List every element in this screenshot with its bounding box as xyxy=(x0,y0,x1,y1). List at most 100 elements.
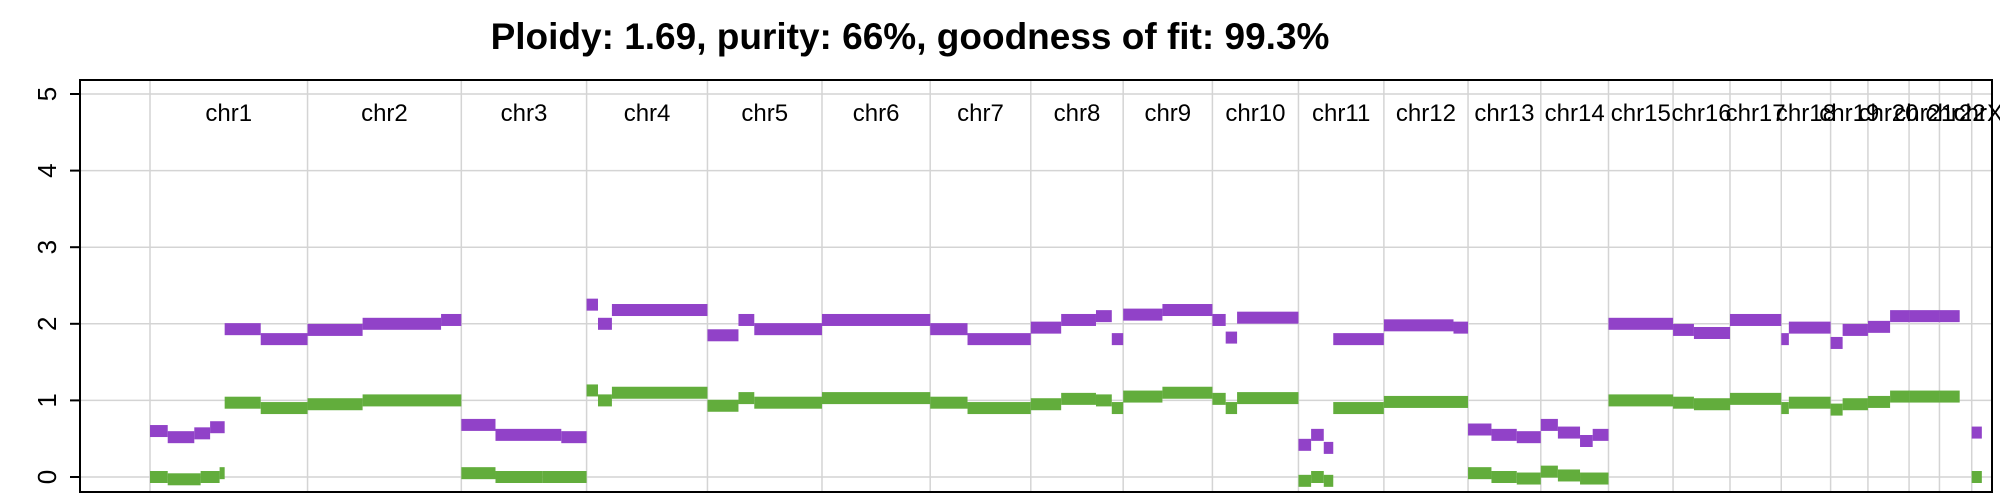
segment-total xyxy=(586,298,598,311)
segment-minor xyxy=(1580,472,1609,485)
segment-total xyxy=(1693,326,1730,339)
plot-area: chr1 chr2 chr3 chr4 chr5 chr6 chr7 chr8 chr9 chr1… xyxy=(32,79,2000,493)
segment-minor xyxy=(1323,474,1334,487)
chromosome-label: chr12 xyxy=(1396,100,1456,127)
segment-total xyxy=(738,313,755,326)
segment-minor xyxy=(1162,386,1213,399)
chromosome-label: chr2 xyxy=(361,100,408,127)
segment-minor xyxy=(1298,474,1312,487)
segment-total xyxy=(821,313,931,326)
segment-total xyxy=(967,333,1031,346)
segment-total xyxy=(1867,320,1891,333)
segment-total xyxy=(167,431,195,444)
segment-total xyxy=(1491,428,1517,441)
y-tick-label: 4 xyxy=(32,163,62,177)
segment-minor xyxy=(1890,390,1910,403)
segment-total xyxy=(1323,441,1334,454)
segment-minor xyxy=(1225,402,1238,415)
chromosome-label: chr9 xyxy=(1144,100,1191,127)
segment-total xyxy=(1333,333,1384,346)
chromosome-label: chr6 xyxy=(853,100,900,127)
segment-total xyxy=(1580,434,1593,447)
segment-total xyxy=(597,317,612,330)
segment-total xyxy=(1516,431,1541,444)
segment-minor xyxy=(738,392,755,405)
segment-total xyxy=(1123,308,1163,321)
segment-minor xyxy=(150,471,168,483)
segment-total xyxy=(1237,311,1299,324)
segment-minor xyxy=(707,399,739,412)
segment-minor xyxy=(1867,395,1891,408)
segment-minor xyxy=(200,471,220,483)
segment-minor xyxy=(611,386,708,399)
segment-minor xyxy=(260,402,308,415)
segment-minor xyxy=(1212,392,1226,405)
chromosome-label: chr15 xyxy=(1611,100,1671,127)
segment-total xyxy=(561,431,587,444)
segment-minor xyxy=(967,402,1031,415)
segment-minor xyxy=(1333,402,1384,415)
segment-minor xyxy=(1557,469,1581,482)
segment-total xyxy=(495,428,562,441)
chromosome-label: chr14 xyxy=(1545,100,1605,127)
segment-minor xyxy=(1030,398,1062,411)
chromosome-label: chr7 xyxy=(957,100,1004,127)
segment-minor xyxy=(542,471,587,483)
y-tick-label: 1 xyxy=(32,393,62,407)
segment-minor xyxy=(224,396,261,409)
segment-minor xyxy=(1540,465,1558,478)
segment-total xyxy=(1788,321,1831,334)
segment-total xyxy=(1225,331,1238,344)
segment-total xyxy=(1453,321,1469,334)
segment-total xyxy=(1311,428,1324,441)
y-tick-label: 2 xyxy=(32,317,62,331)
segment-minor xyxy=(219,467,225,480)
segment-minor xyxy=(597,394,612,407)
segment-total xyxy=(461,418,496,431)
chromosome-label: chr11 xyxy=(1312,100,1370,127)
segment-minor xyxy=(1468,467,1492,480)
segment-total xyxy=(1909,310,1940,323)
segment-total xyxy=(1971,426,1982,439)
segment-minor xyxy=(1311,471,1324,483)
segment-total xyxy=(441,313,462,326)
segment-minor xyxy=(1237,392,1299,405)
segment-total xyxy=(1061,313,1096,326)
segment-total xyxy=(224,323,261,336)
chromosome-label: chr3 xyxy=(501,100,548,127)
segment-total xyxy=(1095,310,1112,323)
chromosome-label: chr16 xyxy=(1672,100,1732,127)
segment-total xyxy=(1673,323,1694,336)
y-tick-label: 5 xyxy=(32,87,62,101)
segment-minor xyxy=(1729,392,1782,405)
segment-minor xyxy=(1061,392,1096,405)
segment-minor xyxy=(1909,390,1940,403)
segment-minor xyxy=(1383,395,1469,408)
segment-total xyxy=(1557,426,1581,439)
segment-minor xyxy=(1971,471,1982,483)
copy-number-chart: Ploidy: 1.69, purity: 66%, goodness of f… xyxy=(0,0,2000,500)
segment-total xyxy=(194,427,211,440)
segment-minor xyxy=(930,396,968,409)
segment-total xyxy=(1890,310,1910,323)
segment-minor xyxy=(1491,471,1517,483)
chromosome-label: chr13 xyxy=(1474,100,1534,127)
segment-minor xyxy=(1095,394,1112,407)
segment-minor xyxy=(307,398,363,411)
chromosome-label: chr1 xyxy=(205,100,252,127)
segment-total xyxy=(1111,333,1124,346)
segment-minor xyxy=(461,467,496,480)
segment-total xyxy=(1162,304,1213,317)
chromosome-label: chr4 xyxy=(624,100,671,127)
segment-total xyxy=(1939,310,1960,323)
segment-minor xyxy=(495,471,543,483)
segment-total xyxy=(1298,438,1312,451)
segment-total xyxy=(1830,336,1843,349)
segment-minor xyxy=(1781,402,1789,415)
y-tick-label: 0 xyxy=(32,470,62,484)
segment-total xyxy=(611,304,708,317)
segment-total xyxy=(1383,319,1454,332)
segment-minor xyxy=(1111,402,1124,415)
segment-minor xyxy=(754,396,822,409)
segment-minor xyxy=(821,392,931,405)
